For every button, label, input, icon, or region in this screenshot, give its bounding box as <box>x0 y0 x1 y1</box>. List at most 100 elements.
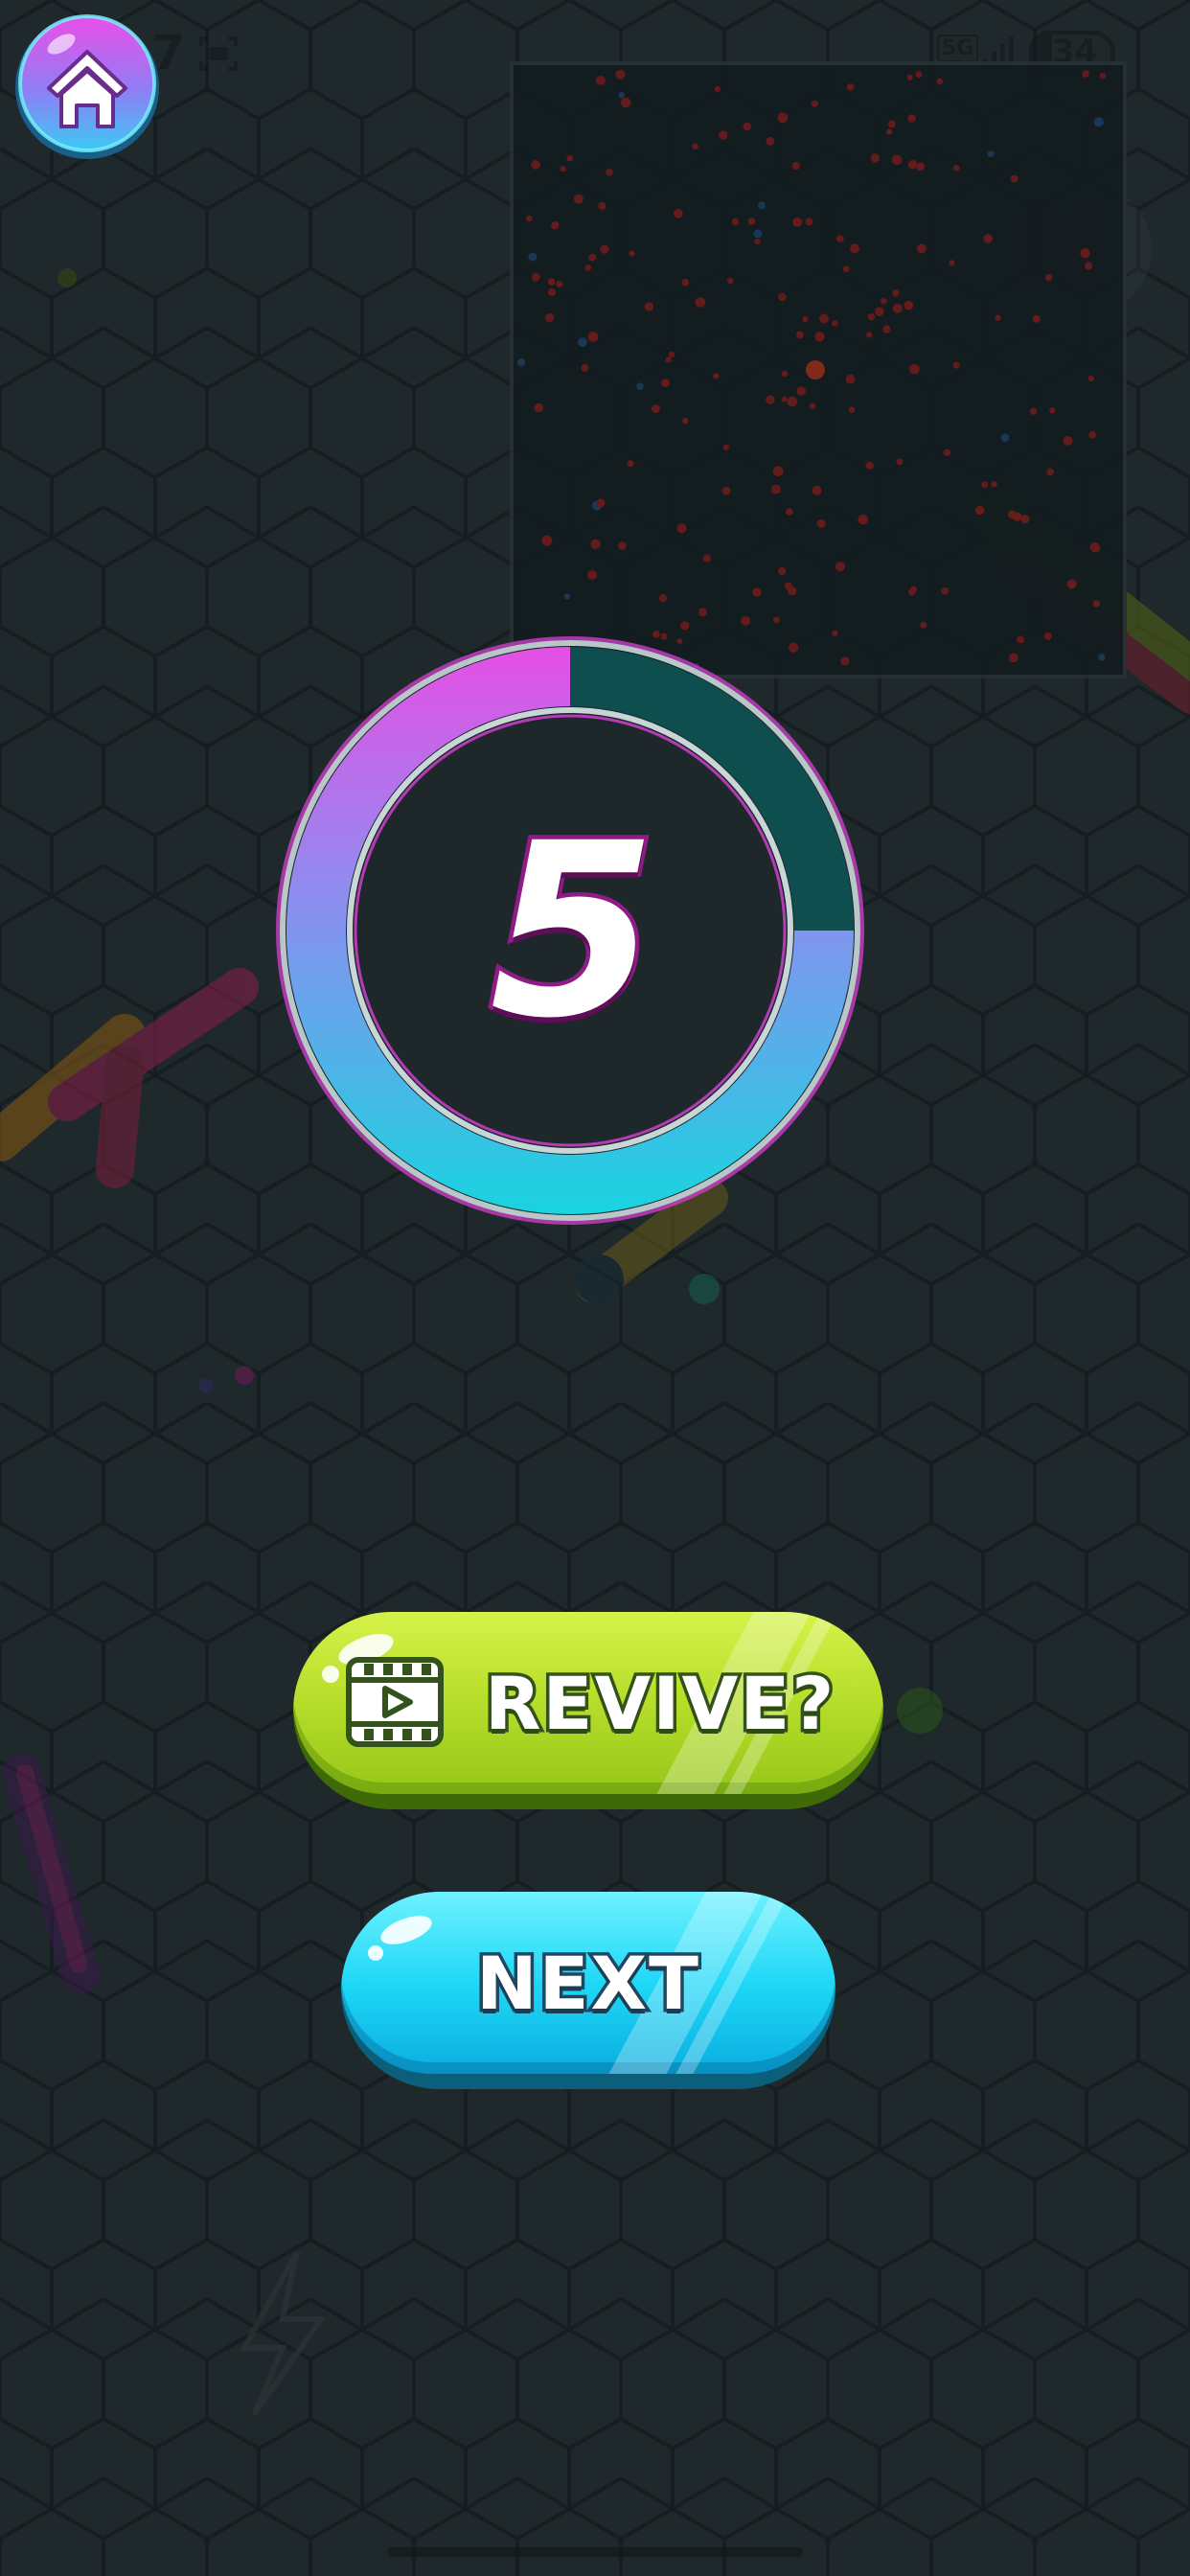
minimap-dot <box>658 594 668 603</box>
minimap-dot <box>858 514 869 525</box>
minimap-dot <box>636 382 644 391</box>
minimap-dot <box>796 331 804 339</box>
minimap-dot <box>887 120 896 128</box>
minimap-dot <box>615 69 626 80</box>
minimap-dot <box>665 356 672 363</box>
minimap-dot <box>1066 579 1077 589</box>
minimap-dot <box>870 153 880 163</box>
minimap-dot <box>618 92 625 99</box>
minimap-dot <box>819 313 830 324</box>
minimap-dot <box>786 508 793 516</box>
minimap-dot <box>1043 632 1052 640</box>
next-button-face: NEXT <box>341 1892 835 2074</box>
minimap-dot <box>906 74 913 80</box>
minimap-food-dots <box>517 69 1107 670</box>
minimap-dot <box>832 320 838 327</box>
minimap-dot <box>702 554 711 563</box>
minimap-dot <box>531 272 540 282</box>
minimap-dot <box>1089 541 1101 553</box>
minimap-dot <box>845 374 856 384</box>
minimap-dot <box>526 215 533 222</box>
minimap-dot <box>848 406 856 413</box>
minimap-dot <box>916 162 925 172</box>
minimap-dot <box>692 143 698 150</box>
minimap-dot <box>1008 653 1018 663</box>
minimap-dot <box>1010 174 1018 183</box>
revive-button-label: REVIVE? <box>481 1657 836 1749</box>
minimap-dot <box>792 217 803 227</box>
minimap-dot <box>528 252 538 262</box>
minimap-dot <box>953 165 960 172</box>
minimap-dot <box>590 539 601 549</box>
minimap-dot <box>587 570 597 580</box>
minimap-dot <box>784 582 792 590</box>
minimap-dot <box>587 332 599 342</box>
minimap-dot <box>915 71 923 79</box>
minimap-dot <box>791 161 801 171</box>
minimap-dot <box>796 386 806 396</box>
minimap-dot <box>908 588 916 596</box>
minimap-dot <box>995 314 1001 321</box>
minimap-dot <box>874 307 884 316</box>
minimap-dot <box>541 535 553 546</box>
minimap-dot <box>812 485 822 495</box>
minimap-dot <box>850 243 860 254</box>
minimap-dot <box>896 458 904 466</box>
minimap-dot <box>1032 314 1041 323</box>
minimap-dot <box>620 97 631 108</box>
minimap-dot <box>573 194 584 204</box>
minimap-dot <box>1000 433 1010 443</box>
minimap-dot <box>771 484 781 494</box>
revive-button[interactable]: REVIVE? <box>293 1612 883 1809</box>
minimap-dot <box>1085 262 1093 270</box>
minimap-player-marker <box>806 360 825 380</box>
minimap-dot <box>682 417 689 425</box>
minimap-dot <box>867 313 876 321</box>
minimap-dot <box>991 481 997 488</box>
minimap-dot <box>618 541 627 550</box>
home-indicator <box>387 2547 803 2557</box>
minimap-dot <box>835 235 844 242</box>
minimap-dot <box>753 229 763 239</box>
minimap-dot <box>1063 435 1073 446</box>
minimap-dot <box>566 154 574 162</box>
minimap-dot <box>882 325 891 334</box>
minimap-dot <box>721 486 731 495</box>
gloss-highlight <box>322 1666 339 1683</box>
minimap-dot <box>778 292 787 302</box>
minimap-dot <box>1017 635 1024 644</box>
minimap-dot <box>1082 70 1089 78</box>
minimap-dot <box>681 278 689 287</box>
minimap-dot <box>811 100 818 107</box>
minimap-dot <box>547 278 556 286</box>
minimap-dot <box>629 250 635 257</box>
minimap-dot <box>1093 117 1104 127</box>
home-button[interactable] <box>13 13 161 161</box>
minimap-dot <box>936 78 944 85</box>
minimap-dot <box>560 165 566 172</box>
minimap-dot <box>1029 407 1038 415</box>
minimap-dot <box>743 122 751 131</box>
minimap-dot <box>1020 515 1030 523</box>
minimap-dot <box>814 332 825 342</box>
minimap-dot <box>606 169 613 176</box>
minimap-dot <box>835 562 846 572</box>
next-button[interactable]: NEXT <box>341 1892 835 2089</box>
minimap-dot <box>1049 407 1056 414</box>
minimap-dot <box>741 616 751 626</box>
minimap-dot <box>805 218 813 226</box>
minimap-dot <box>600 244 609 254</box>
minimap-dot <box>772 466 784 477</box>
minimap-dot <box>676 523 687 534</box>
minimap-dot <box>669 351 675 358</box>
minimap-dot <box>1087 375 1094 382</box>
minimap-dot <box>581 363 589 372</box>
minimap-dot <box>766 395 775 404</box>
minimap-dot <box>920 621 927 629</box>
minimap-dot <box>975 505 985 516</box>
minimap-dot <box>983 234 993 243</box>
minimap-dot <box>644 302 654 311</box>
minimap-dot <box>781 370 788 378</box>
minimap-dot <box>881 298 887 305</box>
minimap-dot <box>892 289 900 297</box>
